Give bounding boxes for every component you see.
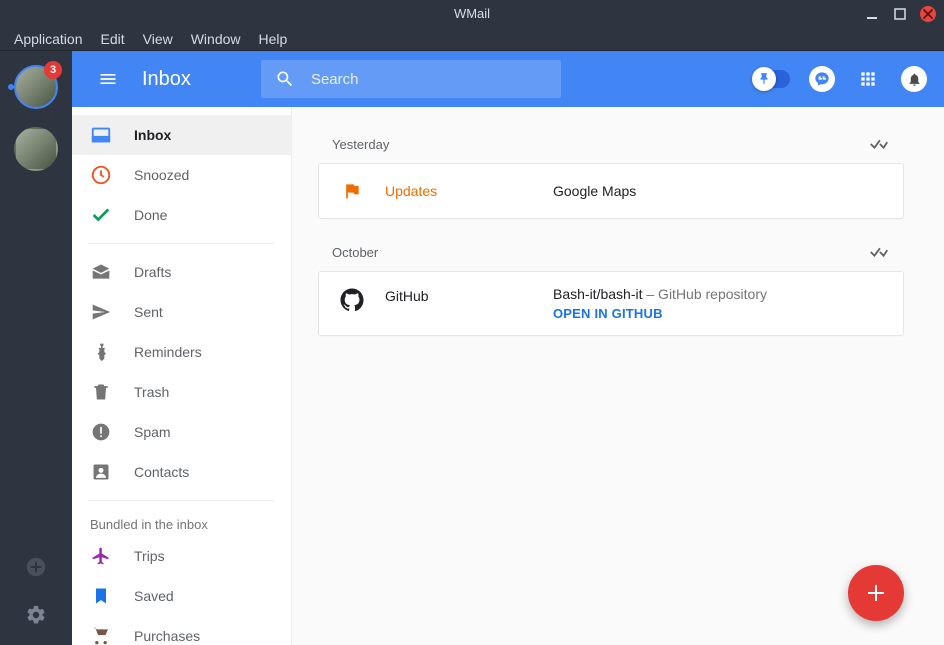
mark-done-button[interactable] <box>868 133 890 155</box>
sidebar-item-sent[interactable]: Sent <box>72 292 291 332</box>
unread-badge: 3 <box>44 61 62 79</box>
section-header: Yesterday <box>318 127 904 163</box>
pin-toggle[interactable] <box>754 70 790 88</box>
message-card: Updates Google Maps <box>318 163 904 219</box>
apps-button[interactable] <box>854 65 882 93</box>
menu-help[interactable]: Help <box>251 29 296 49</box>
send-icon <box>90 301 112 323</box>
sidebar-item-label: Done <box>134 207 167 223</box>
app-header: Inbox <box>72 51 944 107</box>
menu-view[interactable]: View <box>135 29 181 49</box>
sidebar-item-trash[interactable]: Trash <box>72 372 291 412</box>
contacts-icon <box>90 461 112 483</box>
sidebar-item-inbox[interactable]: Inbox <box>72 115 291 155</box>
plus-icon <box>864 581 888 605</box>
active-indicator <box>8 84 14 90</box>
search-box[interactable] <box>261 60 561 98</box>
message-body: Bash-it/bash-it – GitHub repository OPEN… <box>553 286 885 321</box>
message-list: Yesterday Updates Google Maps <box>292 107 944 645</box>
reminder-icon <box>90 341 112 363</box>
hamburger-button[interactable] <box>88 59 128 99</box>
sidebar-item-reminders[interactable]: Reminders <box>72 332 291 372</box>
hangouts-icon <box>814 71 830 87</box>
account-2[interactable] <box>14 127 58 171</box>
sidebar-item-trips[interactable]: Trips <box>72 536 291 576</box>
check-icon <box>90 204 112 226</box>
sender: Updates <box>385 183 535 199</box>
account-1[interactable]: 3 <box>14 65 58 109</box>
sender: GitHub <box>385 286 535 304</box>
sidebar-item-label: Reminders <box>134 344 202 360</box>
settings-button[interactable] <box>20 599 52 631</box>
search-icon <box>275 69 295 89</box>
subject: Google Maps <box>553 183 885 199</box>
trash-icon <box>90 381 112 403</box>
menu-edit[interactable]: Edit <box>93 29 133 49</box>
clock-icon <box>90 164 112 186</box>
page-title: Inbox <box>142 68 191 91</box>
sidebar-item-saved[interactable]: Saved <box>72 576 291 616</box>
flag-icon <box>337 181 367 201</box>
sidebar-item-snoozed[interactable]: Snoozed <box>72 155 291 195</box>
section-header: October <box>318 235 904 271</box>
window-title: WMail <box>454 6 490 21</box>
sidebar-item-label: Purchases <box>134 628 200 644</box>
minimize-button[interactable] <box>864 6 880 22</box>
divider <box>88 500 275 501</box>
mark-done-button[interactable] <box>868 241 890 263</box>
sidebar-item-purchases[interactable]: Purchases <box>72 616 291 645</box>
bookmark-icon <box>90 585 112 607</box>
search-input[interactable] <box>311 71 547 88</box>
sidebar-item-spam[interactable]: Spam <box>72 412 291 452</box>
snippet: – GitHub repository <box>642 286 767 302</box>
add-account-button[interactable] <box>20 551 52 583</box>
sidebar-item-label: Trash <box>134 384 169 400</box>
action-link[interactable]: OPEN IN GITHUB <box>553 306 885 321</box>
subject: Bash-it/bash-it <box>553 286 642 302</box>
bundle-heading: Bundled in the inbox <box>72 509 291 536</box>
notifications-button[interactable] <box>900 65 928 93</box>
avatar[interactable] <box>14 127 58 171</box>
menu-window[interactable]: Window <box>183 29 249 49</box>
pin-icon <box>757 72 771 86</box>
sidebar-item-label: Trips <box>134 548 165 564</box>
menu-application[interactable]: Application <box>6 29 91 49</box>
menubar: Application Edit View Window Help <box>0 27 944 51</box>
message-card: GitHub Bash-it/bash-it – GitHub reposito… <box>318 271 904 336</box>
cart-icon <box>90 625 112 645</box>
close-button[interactable] <box>920 6 936 22</box>
account-rail: 3 <box>0 51 72 645</box>
draft-icon <box>90 261 112 283</box>
hangouts-button[interactable] <box>808 65 836 93</box>
section-label: Yesterday <box>332 137 389 152</box>
sidebar-item-label: Sent <box>134 304 163 320</box>
inbox-icon <box>90 124 112 146</box>
github-icon <box>337 286 367 312</box>
sidebar-item-done[interactable]: Done <box>72 195 291 235</box>
divider <box>88 243 275 244</box>
sidebar: Inbox Snoozed Done <box>72 107 292 645</box>
sidebar-item-label: Snoozed <box>134 167 189 183</box>
message-row[interactable]: Updates Google Maps <box>337 164 885 218</box>
sidebar-item-label: Inbox <box>134 127 171 143</box>
apps-icon <box>858 69 878 89</box>
sidebar-item-drafts[interactable]: Drafts <box>72 252 291 292</box>
maximize-button[interactable] <box>892 6 908 22</box>
sidebar-item-label: Drafts <box>134 264 171 280</box>
sidebar-item-label: Spam <box>134 424 171 440</box>
titlebar: WMail <box>0 0 944 27</box>
window-controls <box>864 6 936 22</box>
sidebar-item-label: Saved <box>134 588 174 604</box>
plane-icon <box>90 545 112 567</box>
spam-icon <box>90 421 112 443</box>
sidebar-item-label: Contacts <box>134 464 189 480</box>
bell-icon <box>907 72 922 87</box>
compose-fab[interactable] <box>848 565 904 621</box>
section-label: October <box>332 245 378 260</box>
message-row[interactable]: GitHub Bash-it/bash-it – GitHub reposito… <box>337 272 885 335</box>
sidebar-item-contacts[interactable]: Contacts <box>72 452 291 492</box>
